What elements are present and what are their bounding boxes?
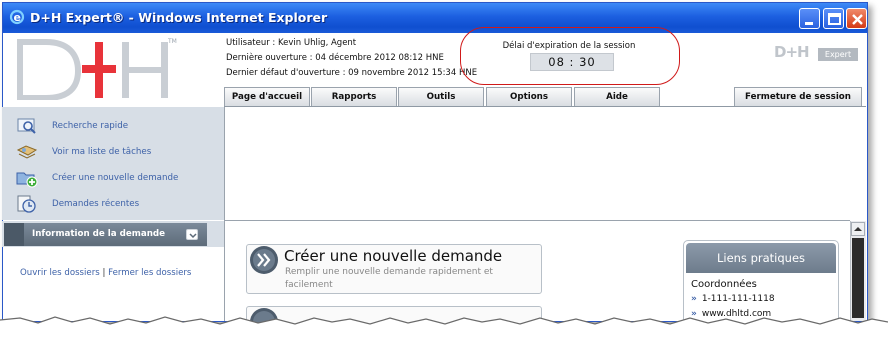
sidebar-item-new-request[interactable]: Créer une nouvelle demande: [16, 168, 216, 188]
internet-explorer-icon: e: [9, 9, 25, 25]
tab-reports[interactable]: Rapports: [311, 87, 397, 106]
tab-tools[interactable]: Outils: [398, 87, 484, 106]
folder-links: Ouvrir les dossiers | Fermer les dossier…: [14, 266, 194, 281]
sidebar-item-recent-requests[interactable]: Demandes récentes: [16, 194, 216, 214]
torn-edge: [0, 316, 888, 337]
bullet-arrow: »: [691, 294, 697, 304]
contacts-heading: Coordonnées: [691, 279, 757, 290]
dh-expert-brand: D+H Expert: [774, 43, 859, 63]
logo-trademark: TM: [168, 38, 177, 45]
brand-badge: Expert: [818, 48, 858, 61]
chevron-down-icon: [189, 233, 197, 239]
close-icon: [852, 14, 863, 25]
last-failure-line: Dernier défaut d'ouverture : 09 novembre…: [226, 68, 478, 78]
dh-logo: [17, 39, 168, 100]
sidebar-item-label: Recherche rapide: [52, 121, 129, 131]
session-expiry-label: Délai d'expiration de la session: [502, 41, 636, 51]
logout-tab[interactable]: Fermeture de session: [734, 87, 862, 106]
new-request-icon: [16, 172, 38, 188]
tab-home[interactable]: Page d'accueil: [224, 87, 310, 106]
arrow-up-icon: [854, 227, 862, 231]
sidebar-item-quick-search[interactable]: Recherche rapide: [16, 116, 216, 136]
sidebar-item-label: Voir ma liste de tâches: [52, 147, 152, 157]
request-info-title: Information de la demande: [32, 229, 165, 239]
last-open-line: Dernière ouverture : 04 décembre 2012 08…: [226, 53, 444, 63]
minimize-icon: [805, 22, 813, 25]
close-button[interactable]: [846, 8, 867, 29]
phone-number[interactable]: » 1-111-111-1118: [691, 294, 775, 304]
recent-requests-icon: [17, 195, 36, 213]
sidebar-item-label: Créer une nouvelle demande: [52, 173, 179, 183]
double-arrow-icon: [250, 246, 278, 274]
request-info-header[interactable]: Information de la demande: [4, 223, 207, 246]
scroll-up-button[interactable]: [851, 222, 865, 236]
svg-text:e: e: [14, 11, 21, 24]
sidebar-item-label: Demandes récentes: [52, 199, 140, 209]
user-info: Utilisateur : Kevin Uhlig, Agent Dernièr…: [226, 36, 477, 81]
card-title: Créer une nouvelle demande: [284, 247, 503, 265]
session-timer: 08 : 30: [530, 53, 614, 71]
close-folders-link[interactable]: Fermer les dossiers: [108, 268, 191, 278]
task-list-icon: [16, 145, 38, 159]
open-folders-link[interactable]: Ouvrir les dossiers: [20, 268, 100, 278]
content-divider-horizontal: [224, 220, 850, 221]
useful-links-title: Liens pratiques: [686, 243, 836, 273]
tab-help[interactable]: Aide: [574, 87, 660, 106]
card-subtitle: Remplir une nouvelle demande rapidement …: [285, 267, 493, 290]
nav-underline: [224, 106, 866, 107]
minimize-button[interactable]: [799, 8, 820, 29]
header-square: [4, 223, 24, 246]
title-bar[interactable]: e D+H Expert® - Windows Internet Explore…: [3, 3, 867, 33]
tab-options[interactable]: Options: [486, 87, 572, 106]
maximize-button[interactable]: [823, 8, 844, 29]
user-name-line: Utilisateur : Kevin Uhlig, Agent: [226, 38, 357, 48]
maximize-icon: [828, 13, 841, 25]
content-divider-vertical: [224, 107, 225, 321]
phone-text: 1-111-111-1118: [701, 294, 775, 304]
dropdown-toggle[interactable]: [186, 229, 198, 240]
link-separator: |: [102, 268, 106, 278]
window-title: D+H Expert® - Windows Internet Explorer: [30, 10, 328, 25]
sidebar-item-task-list[interactable]: Voir ma liste de tâches: [16, 142, 216, 162]
quick-search-icon: [17, 118, 36, 134]
brand-small-text: D+H: [774, 43, 810, 61]
